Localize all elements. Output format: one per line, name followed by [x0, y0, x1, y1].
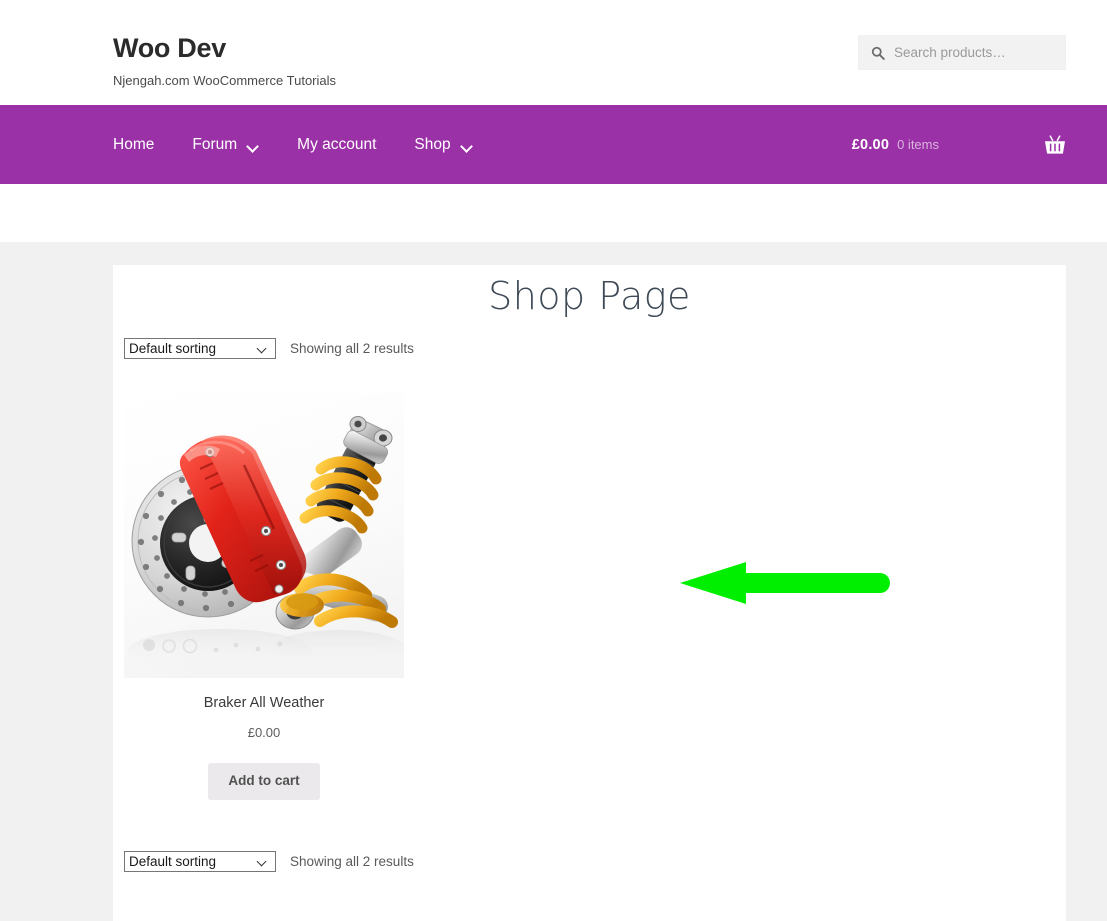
- shop-toolbar-bottom: Default sorting Sort by popularity Sort …: [124, 850, 414, 872]
- shopping-basket-icon[interactable]: [1044, 135, 1066, 155]
- site-header: Woo Dev Njengah.com WooCommerce Tutorial…: [0, 0, 1107, 105]
- search-icon: [871, 46, 885, 60]
- product-search-form[interactable]: [858, 35, 1066, 70]
- nav-item-my-account[interactable]: My account: [297, 137, 376, 153]
- product-image[interactable]: [124, 393, 404, 678]
- brake-disc-shock-illustration: [124, 393, 404, 678]
- add-to-cart-button[interactable]: Add to cart: [208, 763, 319, 800]
- orderby-select-bottom[interactable]: Default sorting Sort by popularity Sort …: [124, 851, 276, 872]
- orderby-select[interactable]: Default sorting Sort by popularity Sort …: [124, 338, 276, 359]
- orderby-select-wrapper[interactable]: Default sorting Sort by popularity Sort …: [124, 338, 276, 359]
- chevron-down-icon[interactable]: [248, 142, 259, 149]
- nav-item-forum[interactable]: Forum: [192, 137, 259, 153]
- chevron-down-icon[interactable]: [462, 142, 473, 149]
- cart-item-count: 0 items: [897, 137, 939, 152]
- product-card: Braker All Weather £0.00 Add to cart: [124, 393, 404, 800]
- cart-total-amount: £0.00: [852, 137, 889, 153]
- cart-summary[interactable]: £0.00 0 items: [852, 105, 1066, 184]
- orderby-select-wrapper-bottom[interactable]: Default sorting Sort by popularity Sort …: [124, 851, 276, 872]
- nav-item-shop[interactable]: Shop: [414, 137, 472, 153]
- site-tagline: Njengah.com WooCommerce Tutorials: [113, 73, 336, 89]
- site-title[interactable]: Woo Dev: [113, 34, 336, 64]
- shop-toolbar-top: Default sorting Sort by popularity Sort …: [124, 337, 414, 359]
- nav-item-home[interactable]: Home: [113, 137, 154, 153]
- product-price: £0.00: [124, 725, 404, 740]
- result-count-bottom: Showing all 2 results: [290, 854, 414, 869]
- primary-navigation: Home Forum My account Shop £0.00 0 items: [0, 105, 1107, 184]
- add-to-cart-container: Add to cart: [124, 763, 404, 800]
- result-count: Showing all 2 results: [290, 341, 414, 356]
- shop-content-card: Shop Page Default sorting Sort by popula…: [113, 265, 1066, 921]
- header-spacer: [0, 184, 1107, 242]
- site-branding: Woo Dev Njengah.com WooCommerce Tutorial…: [113, 34, 336, 88]
- search-input[interactable]: [885, 36, 1081, 69]
- nav-item-label: Home: [113, 137, 154, 153]
- nav-list: Home Forum My account Shop: [113, 105, 473, 184]
- nav-item-label: Shop: [414, 137, 450, 153]
- nav-item-label: My account: [297, 137, 376, 153]
- nav-item-label: Forum: [192, 137, 237, 153]
- product-title[interactable]: Braker All Weather: [124, 694, 404, 713]
- page-title: Shop Page: [113, 274, 1066, 318]
